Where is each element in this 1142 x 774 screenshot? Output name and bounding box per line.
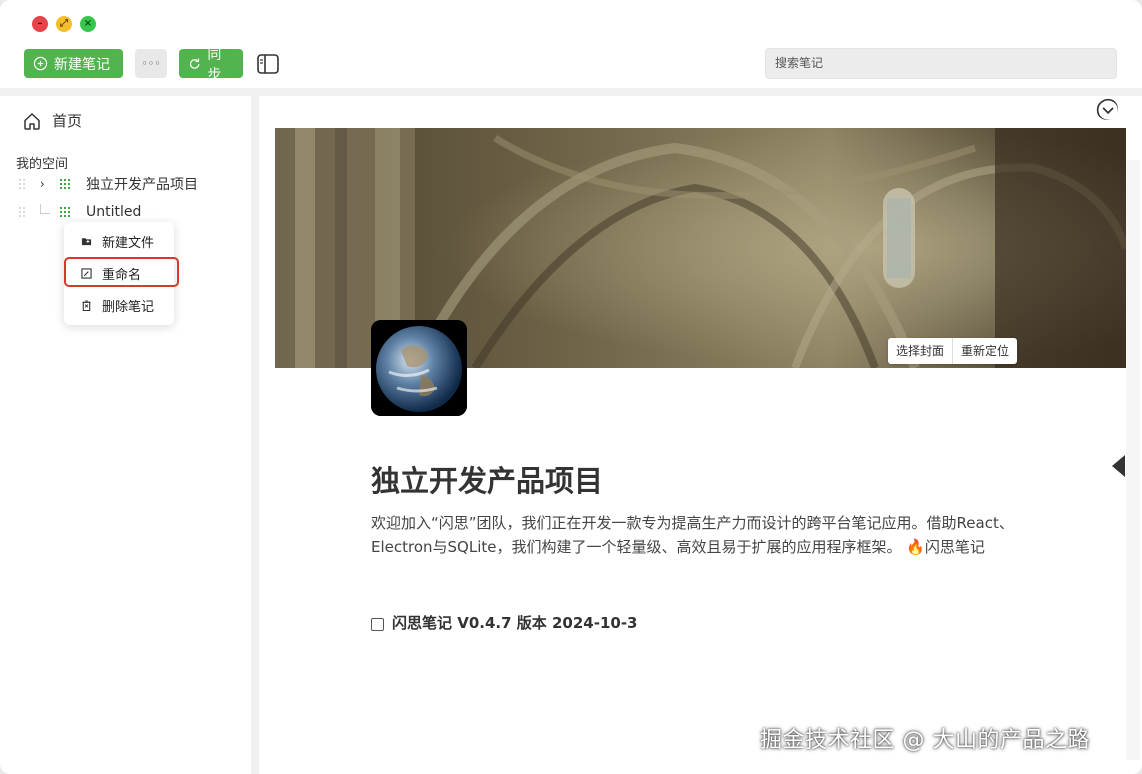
space-title: 我的空间 [16,157,69,172]
drag-handle-icon[interactable] [18,206,26,218]
sidebar [0,96,251,774]
tree-item-project[interactable]: › 独立开发产品项目 [18,174,198,194]
page-paragraph[interactable]: 欢迎加入“闪思”团队，我们正在开发一款专为提高生产力而设计的跨平台笔记应用。借助… [371,511,1031,559]
home-icon [24,112,40,130]
tree-item-untitled[interactable]: Untitled [18,202,141,222]
close-window-button[interactable]: – [32,16,48,32]
new-note-label: 新建笔记 [54,56,110,73]
expand-icon: ⤢ [60,18,68,29]
trash-icon [82,299,91,311]
rename-highlight-box [64,257,179,287]
caret-left-icon[interactable] [1112,455,1125,477]
fullscreen-window-button[interactable]: ⤢ [56,16,72,32]
more-icon: ◦◦◦ [141,57,161,70]
todo-checkbox[interactable] [371,618,384,631]
folder-icon [81,237,92,245]
zoom-window-button[interactable]: × [80,16,96,32]
sidebar-item-home[interactable]: 首页 [22,110,82,131]
title-bar: – ⤢ × 新建笔记 ◦◦◦ 同步 搜索笔记 [0,0,1142,88]
tree-connector-icon [40,204,50,214]
menu-item-delete[interactable]: 删除笔记 [64,290,174,320]
reposition-cover-button[interactable]: 重新定位 [952,338,1017,364]
grid-icon [60,179,70,189]
chevron-right-icon[interactable]: › [40,177,50,191]
home-label: 首页 [52,112,83,130]
grid-icon [60,207,70,217]
todo-item[interactable]: 闪思笔记 V0.4.7 版本 2024-10-3 [371,612,638,633]
search-input[interactable]: 搜索笔记 [765,48,1117,79]
cover-actions: 选择封面 重新定位 [888,338,1018,364]
scrollbar[interactable] [1126,160,1140,760]
todo-label: 闪思笔记 V0.4.7 版本 2024-10-3 [392,614,638,632]
sync-button[interactable]: 同步 [179,47,243,83]
tree-item-label: Untitled [86,204,142,220]
app-window: – ⤢ × 新建笔记 ◦◦◦ 同步 搜索笔记 首页 我的空间 › 独立开发产品项… [0,0,1142,774]
sidebar-toggle-icon[interactable] [256,53,280,75]
refresh-icon [189,58,200,69]
choose-cover-button[interactable]: 选择封面 [888,338,952,364]
page-title[interactable]: 独立开发产品项目 [371,458,603,500]
sync-label: 同步 [207,46,222,83]
drag-handle-icon[interactable] [18,178,26,190]
more-button[interactable]: ◦◦◦ [135,49,167,78]
menu-item-new-file[interactable]: 新建文件 [64,226,174,256]
menu-item-label: 删除笔记 [102,299,155,315]
watermark: 掘金技术社区 @ 大山的产品之路 [760,728,1090,753]
new-note-button[interactable]: 新建笔记 [24,49,123,78]
chevron-down-circle-icon[interactable] [1096,98,1118,120]
earth-icon [371,320,467,416]
minus-icon: – [37,18,43,29]
page-icon-earth[interactable] [371,320,467,416]
tree-item-label: 独立开发产品项目 [86,177,198,193]
menu-item-label: 新建文件 [102,235,155,251]
plus-circle-icon [33,56,48,71]
close-icon: × [83,18,93,29]
